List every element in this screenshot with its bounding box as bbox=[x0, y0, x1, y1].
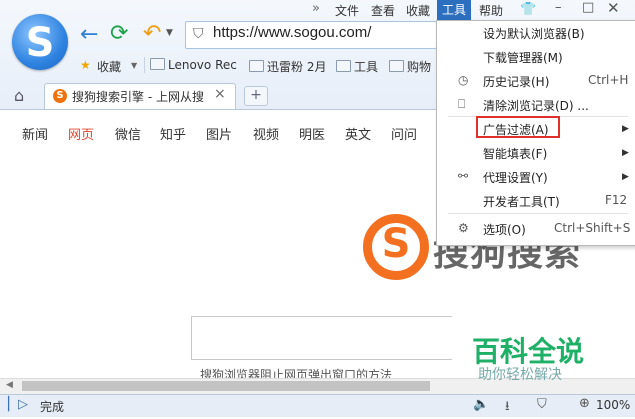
menu-item-devtools[interactable]: 开发者工具(T) bbox=[483, 193, 560, 210]
home-icon[interactable]: ⌂ bbox=[14, 86, 24, 105]
folder-icon bbox=[249, 60, 264, 72]
browser-logo[interactable]: S bbox=[12, 14, 68, 70]
options-shortcut: Ctrl+Shift+S bbox=[554, 221, 631, 235]
skin-icon[interactable]: 👕 bbox=[520, 2, 536, 17]
eraser-icon: ⎕ bbox=[458, 97, 466, 111]
star-icon: ★ bbox=[80, 58, 91, 72]
nav-english[interactable]: 英文 bbox=[345, 124, 371, 143]
menu-item-clear-history[interactable]: 清除浏览记录(D) ... bbox=[483, 97, 589, 114]
menu-file[interactable]: 文件 bbox=[335, 2, 359, 19]
nav-wechat[interactable]: 微信 bbox=[115, 124, 141, 143]
bookmark-folder[interactable]: 迅雷粉 2月 bbox=[249, 58, 326, 75]
security-icon[interactable]: ⛉ bbox=[537, 397, 547, 412]
submenu-arrow-icon: ▶ bbox=[622, 124, 629, 134]
menu-item-options[interactable]: 选项(O) bbox=[483, 221, 526, 238]
menu-item-ad-filter[interactable]: 广告过滤(A) bbox=[483, 121, 549, 138]
folder-icon bbox=[150, 58, 165, 70]
chevron-down-icon[interactable]: ▼ bbox=[166, 28, 173, 38]
tab-title[interactable]: 搜狗搜索引擎 - 上网从搜 bbox=[72, 88, 210, 105]
nav-video[interactable]: 视频 bbox=[253, 124, 279, 143]
tab-close-icon[interactable]: × bbox=[214, 86, 226, 102]
back-button[interactable]: ← bbox=[80, 23, 98, 47]
sogou-logo: S bbox=[363, 214, 429, 280]
menu-overflow[interactable]: » bbox=[312, 1, 320, 16]
bookmark-folder[interactable]: 工具 bbox=[336, 58, 378, 75]
menu-view[interactable]: 查看 bbox=[371, 2, 395, 19]
status-text: 完成 bbox=[40, 400, 65, 414]
nav-wenwen[interactable]: 问问 bbox=[391, 124, 417, 143]
shield-icon[interactable]: ⛉ bbox=[193, 26, 207, 42]
folder-icon bbox=[336, 60, 351, 72]
new-tab-button[interactable]: + bbox=[244, 86, 268, 106]
scrollbar-thumb[interactable] bbox=[22, 381, 430, 391]
nav-zhihu[interactable]: 知乎 bbox=[160, 124, 186, 143]
menu-tools[interactable]: 工具 bbox=[437, 0, 471, 20]
maximize-icon[interactable]: □ bbox=[582, 0, 594, 15]
chevron-down-icon[interactable]: ▼ bbox=[131, 61, 137, 70]
clock-icon: ◷ bbox=[458, 73, 469, 87]
minimize-icon[interactable]: – bbox=[555, 0, 562, 15]
nav-news[interactable]: 新闻 bbox=[22, 124, 48, 143]
volume-icon[interactable]: 🔈 bbox=[473, 397, 489, 412]
gear-icon: ⚙ bbox=[458, 221, 469, 235]
bookmark-folder[interactable]: 购物 bbox=[389, 58, 431, 75]
history-shortcut: Ctrl+H bbox=[588, 73, 629, 87]
zoom-icon[interactable]: ⊕ bbox=[579, 396, 590, 411]
menu-item-autofill[interactable]: 智能填表(F) bbox=[483, 145, 547, 162]
sidebar-toggle-icon[interactable]: ▏▷ bbox=[8, 397, 28, 412]
submenu-arrow-icon: ▶ bbox=[622, 148, 629, 158]
close-icon[interactable]: ✕ bbox=[607, 0, 620, 17]
link-icon: ⚯ bbox=[458, 169, 469, 183]
nav-medical[interactable]: 明医 bbox=[299, 124, 325, 143]
menu-favorites[interactable]: 收藏 bbox=[406, 2, 430, 19]
menu-help[interactable]: 帮助 bbox=[479, 2, 503, 19]
watermark-subtitle: 助你轻松解决 bbox=[478, 367, 562, 383]
nav-images[interactable]: 图片 bbox=[206, 124, 232, 143]
divider bbox=[448, 213, 628, 214]
nav-web[interactable]: 网页 bbox=[68, 124, 94, 143]
bookmark-favorites[interactable]: 收藏 bbox=[97, 58, 121, 75]
menu-item-history[interactable]: 历史记录(H) bbox=[483, 73, 549, 90]
zoom-level[interactable]: 100% bbox=[596, 398, 630, 412]
scroll-left-icon[interactable]: ◀ bbox=[6, 380, 13, 390]
divider bbox=[144, 57, 145, 73]
folder-icon bbox=[389, 60, 404, 72]
sogou-favicon-icon: S bbox=[53, 89, 67, 103]
menu-item-proxy[interactable]: 代理设置(Y) bbox=[483, 169, 548, 186]
url-text[interactable]: https://www.sogou.com/ bbox=[213, 24, 371, 41]
search-input[interactable] bbox=[191, 316, 452, 360]
undo-close-button[interactable]: ↶ bbox=[143, 22, 161, 46]
menu-item-default-browser[interactable]: 设为默认浏览器(B) bbox=[483, 25, 585, 42]
bookmark-folder[interactable]: Lenovo Rec bbox=[150, 58, 237, 72]
submenu-arrow-icon: ▶ bbox=[622, 172, 629, 182]
refresh-button[interactable]: ⟳ bbox=[110, 22, 128, 46]
devtools-shortcut: F12 bbox=[605, 193, 628, 207]
menu-item-download-manager[interactable]: 下载管理器(M) bbox=[483, 49, 563, 66]
